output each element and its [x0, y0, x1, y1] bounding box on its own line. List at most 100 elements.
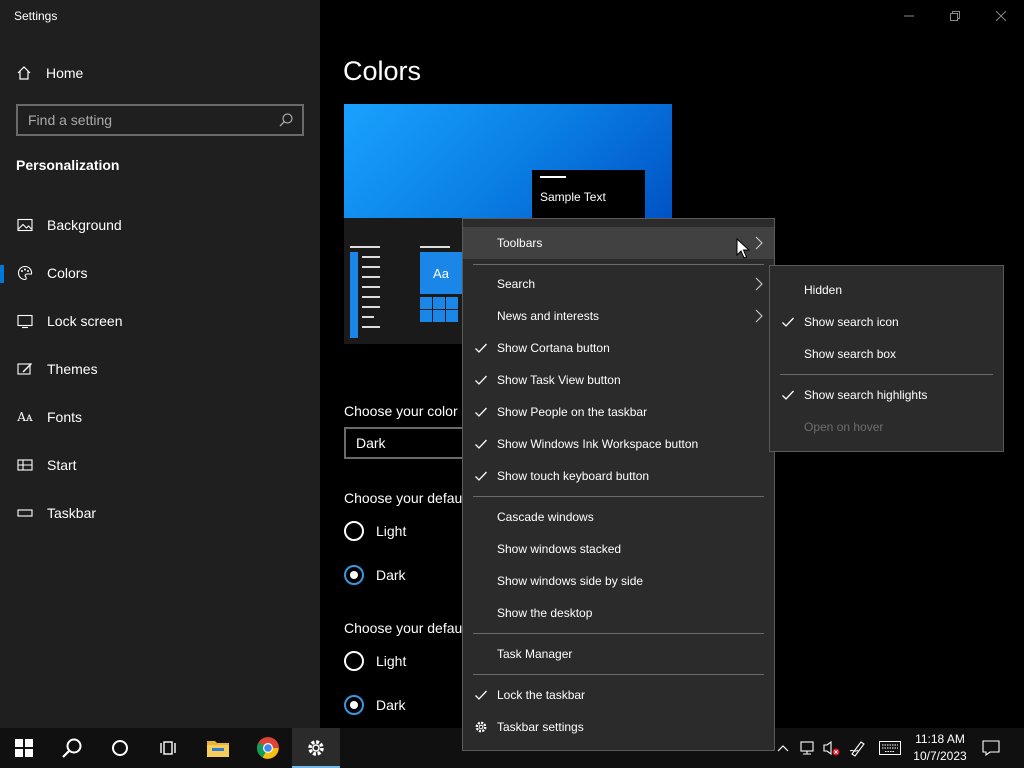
chevron-right-icon [755, 277, 763, 291]
menu-separator [473, 264, 764, 265]
menu-item-cascade-windows[interactable]: Cascade windows [463, 501, 774, 533]
menu-item-show-people[interactable]: Show People on the taskbar [463, 396, 774, 428]
search-box[interactable] [16, 104, 304, 136]
windows-mode-dark-radio[interactable]: Dark [344, 565, 406, 585]
home-icon [17, 66, 31, 80]
section-title: Personalization [16, 157, 120, 173]
menu-item-taskbar-settings[interactable]: Taskbar settings [463, 711, 774, 743]
sidebar-item-start[interactable]: Start [0, 445, 320, 485]
menu-item-show-desktop[interactable]: Show the desktop [463, 597, 774, 629]
lock-screen-icon [17, 313, 33, 329]
page-title: Colors [343, 56, 422, 86]
preview-tile: Aa [420, 252, 462, 294]
font-icon: Aᴀ [17, 410, 33, 424]
tray-overflow-button[interactable] [775, 738, 791, 758]
palette-icon [17, 265, 33, 281]
chevron-right-icon [755, 309, 763, 323]
network-icon [800, 741, 814, 755]
checkmark-icon [475, 343, 487, 353]
radio-label: Dark [376, 697, 406, 713]
start-icon [17, 457, 33, 473]
taskbar-search-button[interactable] [48, 728, 96, 768]
minimize-icon [904, 15, 914, 17]
submenu-item-show-search-icon[interactable]: Show search icon [770, 306, 1003, 338]
search-submenu: Hidden Show search icon Show search box … [769, 265, 1004, 452]
sidebar-item-colors[interactable]: Colors [0, 253, 320, 293]
menu-item-toolbars[interactable]: Toolbars [463, 227, 774, 259]
menu-separator [780, 374, 993, 375]
windows-start-icon [15, 739, 33, 757]
color-dropdown-value: Dark [356, 435, 386, 451]
sidebar-item-fonts[interactable]: Aᴀ Fonts [0, 397, 320, 437]
submenu-item-show-search-box[interactable]: Show search box [770, 338, 1003, 370]
restore-icon [950, 11, 960, 21]
menu-item-show-task-view-button[interactable]: Show Task View button [463, 364, 774, 396]
chevron-right-icon [755, 236, 763, 250]
volume-muted-icon [823, 740, 840, 756]
clock[interactable]: 11:18 AM 10/7/2023 [908, 731, 972, 765]
menu-item-task-manager[interactable]: Task Manager [463, 638, 774, 670]
sidebar-home[interactable]: Home [16, 60, 83, 86]
menu-item-search[interactable]: Search [463, 268, 774, 300]
task-view-button[interactable] [144, 728, 192, 768]
clock-date: 10/7/2023 [913, 749, 967, 763]
volume-button[interactable] [821, 738, 841, 758]
app-mode-light-radio[interactable]: Light [344, 651, 406, 671]
brush-icon [17, 361, 33, 377]
radio-label: Light [376, 523, 407, 539]
radio-circle [344, 651, 364, 671]
chevron-up-icon [777, 745, 789, 752]
touch-keyboard-button[interactable] [878, 738, 902, 758]
menu-item-show-windows-ink[interactable]: Show Windows Ink Workspace button [463, 428, 774, 460]
search-input[interactable] [28, 112, 268, 128]
start-button[interactable] [0, 728, 48, 768]
menu-item-show-windows-side-by-side[interactable]: Show windows side by side [463, 565, 774, 597]
menu-item-show-windows-stacked[interactable]: Show windows stacked [463, 533, 774, 565]
notification-icon [982, 740, 1000, 756]
sidebar-item-label: Taskbar [47, 505, 97, 521]
settings-gear-icon [308, 740, 324, 756]
sidebar-item-background[interactable]: Background [0, 205, 320, 245]
settings-taskbar-button[interactable] [292, 728, 340, 768]
menu-item-show-touch-keyboard[interactable]: Show touch keyboard button [463, 460, 774, 492]
network-button[interactable] [797, 738, 817, 758]
menu-item-news-and-interests[interactable]: News and interests [463, 300, 774, 332]
radio-circle [344, 521, 364, 541]
action-center-button[interactable] [980, 738, 1002, 758]
close-button[interactable] [978, 0, 1024, 32]
menu-item-show-cortana-button[interactable]: Show Cortana button [463, 332, 774, 364]
app-mode-dark-radio[interactable]: Dark [344, 695, 406, 715]
submenu-item-show-search-highlights[interactable]: Show search highlights [770, 379, 1003, 411]
windows-mode-label: Choose your defau [344, 490, 463, 506]
search-icon[interactable] [278, 112, 294, 128]
submenu-item-hidden[interactable]: Hidden [770, 274, 1003, 306]
cortana-button[interactable] [96, 728, 144, 768]
chrome-icon [257, 737, 279, 759]
task-view-icon [160, 741, 176, 755]
sidebar-item-taskbar[interactable]: Taskbar [0, 493, 320, 533]
minimize-button[interactable] [886, 0, 932, 32]
checkmark-icon [475, 439, 487, 449]
sidebar-item-label: Fonts [47, 409, 83, 425]
checkmark-icon [475, 407, 487, 417]
app-mode-label: Choose your defau [344, 620, 463, 636]
sidebar: Settings Home Personalization Background… [0, 0, 320, 728]
radio-label: Light [376, 653, 407, 669]
app-title: Settings [14, 9, 58, 23]
chrome-button[interactable] [244, 728, 292, 768]
pen-icon [849, 741, 865, 757]
sidebar-item-lock-screen[interactable]: Lock screen [0, 301, 320, 341]
menu-separator [473, 633, 764, 634]
windows-mode-light-radio[interactable]: Light [344, 521, 406, 541]
menu-item-lock-taskbar[interactable]: Lock the taskbar [463, 679, 774, 711]
home-label: Home [46, 65, 84, 81]
sidebar-item-label: Lock screen [47, 313, 123, 329]
taskbar-context-menu: Toolbars Search News and interests Show … [462, 218, 775, 751]
file-explorer-button[interactable] [194, 728, 242, 768]
checkmark-icon [475, 375, 487, 385]
restore-button[interactable] [932, 0, 978, 32]
sidebar-item-label: Background [47, 217, 122, 233]
windows-ink-button[interactable] [848, 738, 868, 758]
submenu-item-open-on-hover: Open on hover [804, 420, 884, 434]
sidebar-item-themes[interactable]: Themes [0, 349, 320, 389]
